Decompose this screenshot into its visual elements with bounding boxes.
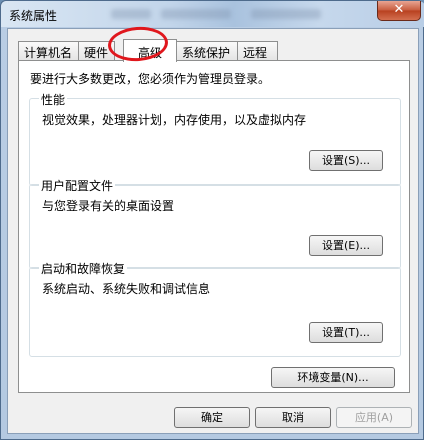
cancel-button[interactable]: 取消	[255, 407, 331, 428]
environment-variables-button[interactable]: 环境变量(N)...	[271, 367, 395, 388]
close-button[interactable]: ✕	[377, 1, 421, 21]
group-description: 与您登录有关的桌面设置	[42, 199, 175, 213]
performance-group: 性能 视觉效果，处理器计划，内存使用，以及虚拟内存 设置(S)...	[29, 91, 401, 186]
advanced-tab-panel: 要进行大多数更改，您必须作为管理员登录。 性能 视觉效果，处理器计划，内存使用，…	[18, 60, 410, 393]
tab-label: 计算机名	[24, 46, 73, 60]
title-bar[interactable]: 系统属性 ✕	[1, 1, 424, 27]
performance-settings-button[interactable]: 设置(S)...	[309, 150, 383, 171]
tab-computer-name[interactable]: 计算机名	[18, 41, 79, 61]
apply-button: 应用(A)	[336, 407, 412, 428]
blurred-background-region	[111, 9, 151, 19]
group-title: 性能	[39, 91, 68, 108]
dialog-body: 计算机名 硬件 高级 系统保护 远程 要进行大多数更改，您必须作为管理员登录。 …	[7, 28, 419, 434]
window-title: 系统属性	[9, 9, 58, 23]
blurred-background-region	[161, 9, 231, 19]
tab-advanced[interactable]: 高级	[123, 39, 177, 62]
user-profiles-group: 用户配置文件 与您登录有关的桌面设置 设置(E)...	[29, 177, 401, 269]
tab-label: 系统保护	[182, 46, 231, 60]
admin-notice: 要进行大多数更改，您必须作为管理员登录。	[30, 72, 271, 86]
group-description: 系统启动、系统失败和调试信息	[42, 282, 211, 296]
close-icon: ✕	[393, 2, 405, 17]
tab-label: 硬件	[84, 46, 109, 60]
tab-system-protection[interactable]: 系统保护	[176, 41, 238, 61]
group-title: 启动和故障恢复	[39, 260, 128, 277]
startup-recovery-settings-button[interactable]: 设置(T)...	[309, 322, 383, 343]
tab-label: 高级	[137, 46, 162, 60]
startup-recovery-group: 启动和故障恢复 系统启动、系统失败和调试信息 设置(T)...	[29, 260, 401, 357]
tab-hardware[interactable]: 硬件	[78, 41, 115, 61]
tab-remote[interactable]: 远程	[237, 41, 278, 61]
user-profiles-settings-button[interactable]: 设置(E)...	[309, 235, 383, 256]
tab-label: 远程	[243, 46, 268, 60]
system-properties-window: 系统属性 ✕ 计算机名 硬件 高级 系统保护 远程 要进行大多数更改，您必须作为…	[0, 0, 424, 440]
group-title: 用户配置文件	[39, 177, 116, 194]
group-description: 视觉效果，处理器计划，内存使用，以及虚拟内存	[42, 113, 307, 127]
blurred-background-region	[251, 9, 321, 19]
ok-button[interactable]: 确定	[174, 407, 250, 428]
